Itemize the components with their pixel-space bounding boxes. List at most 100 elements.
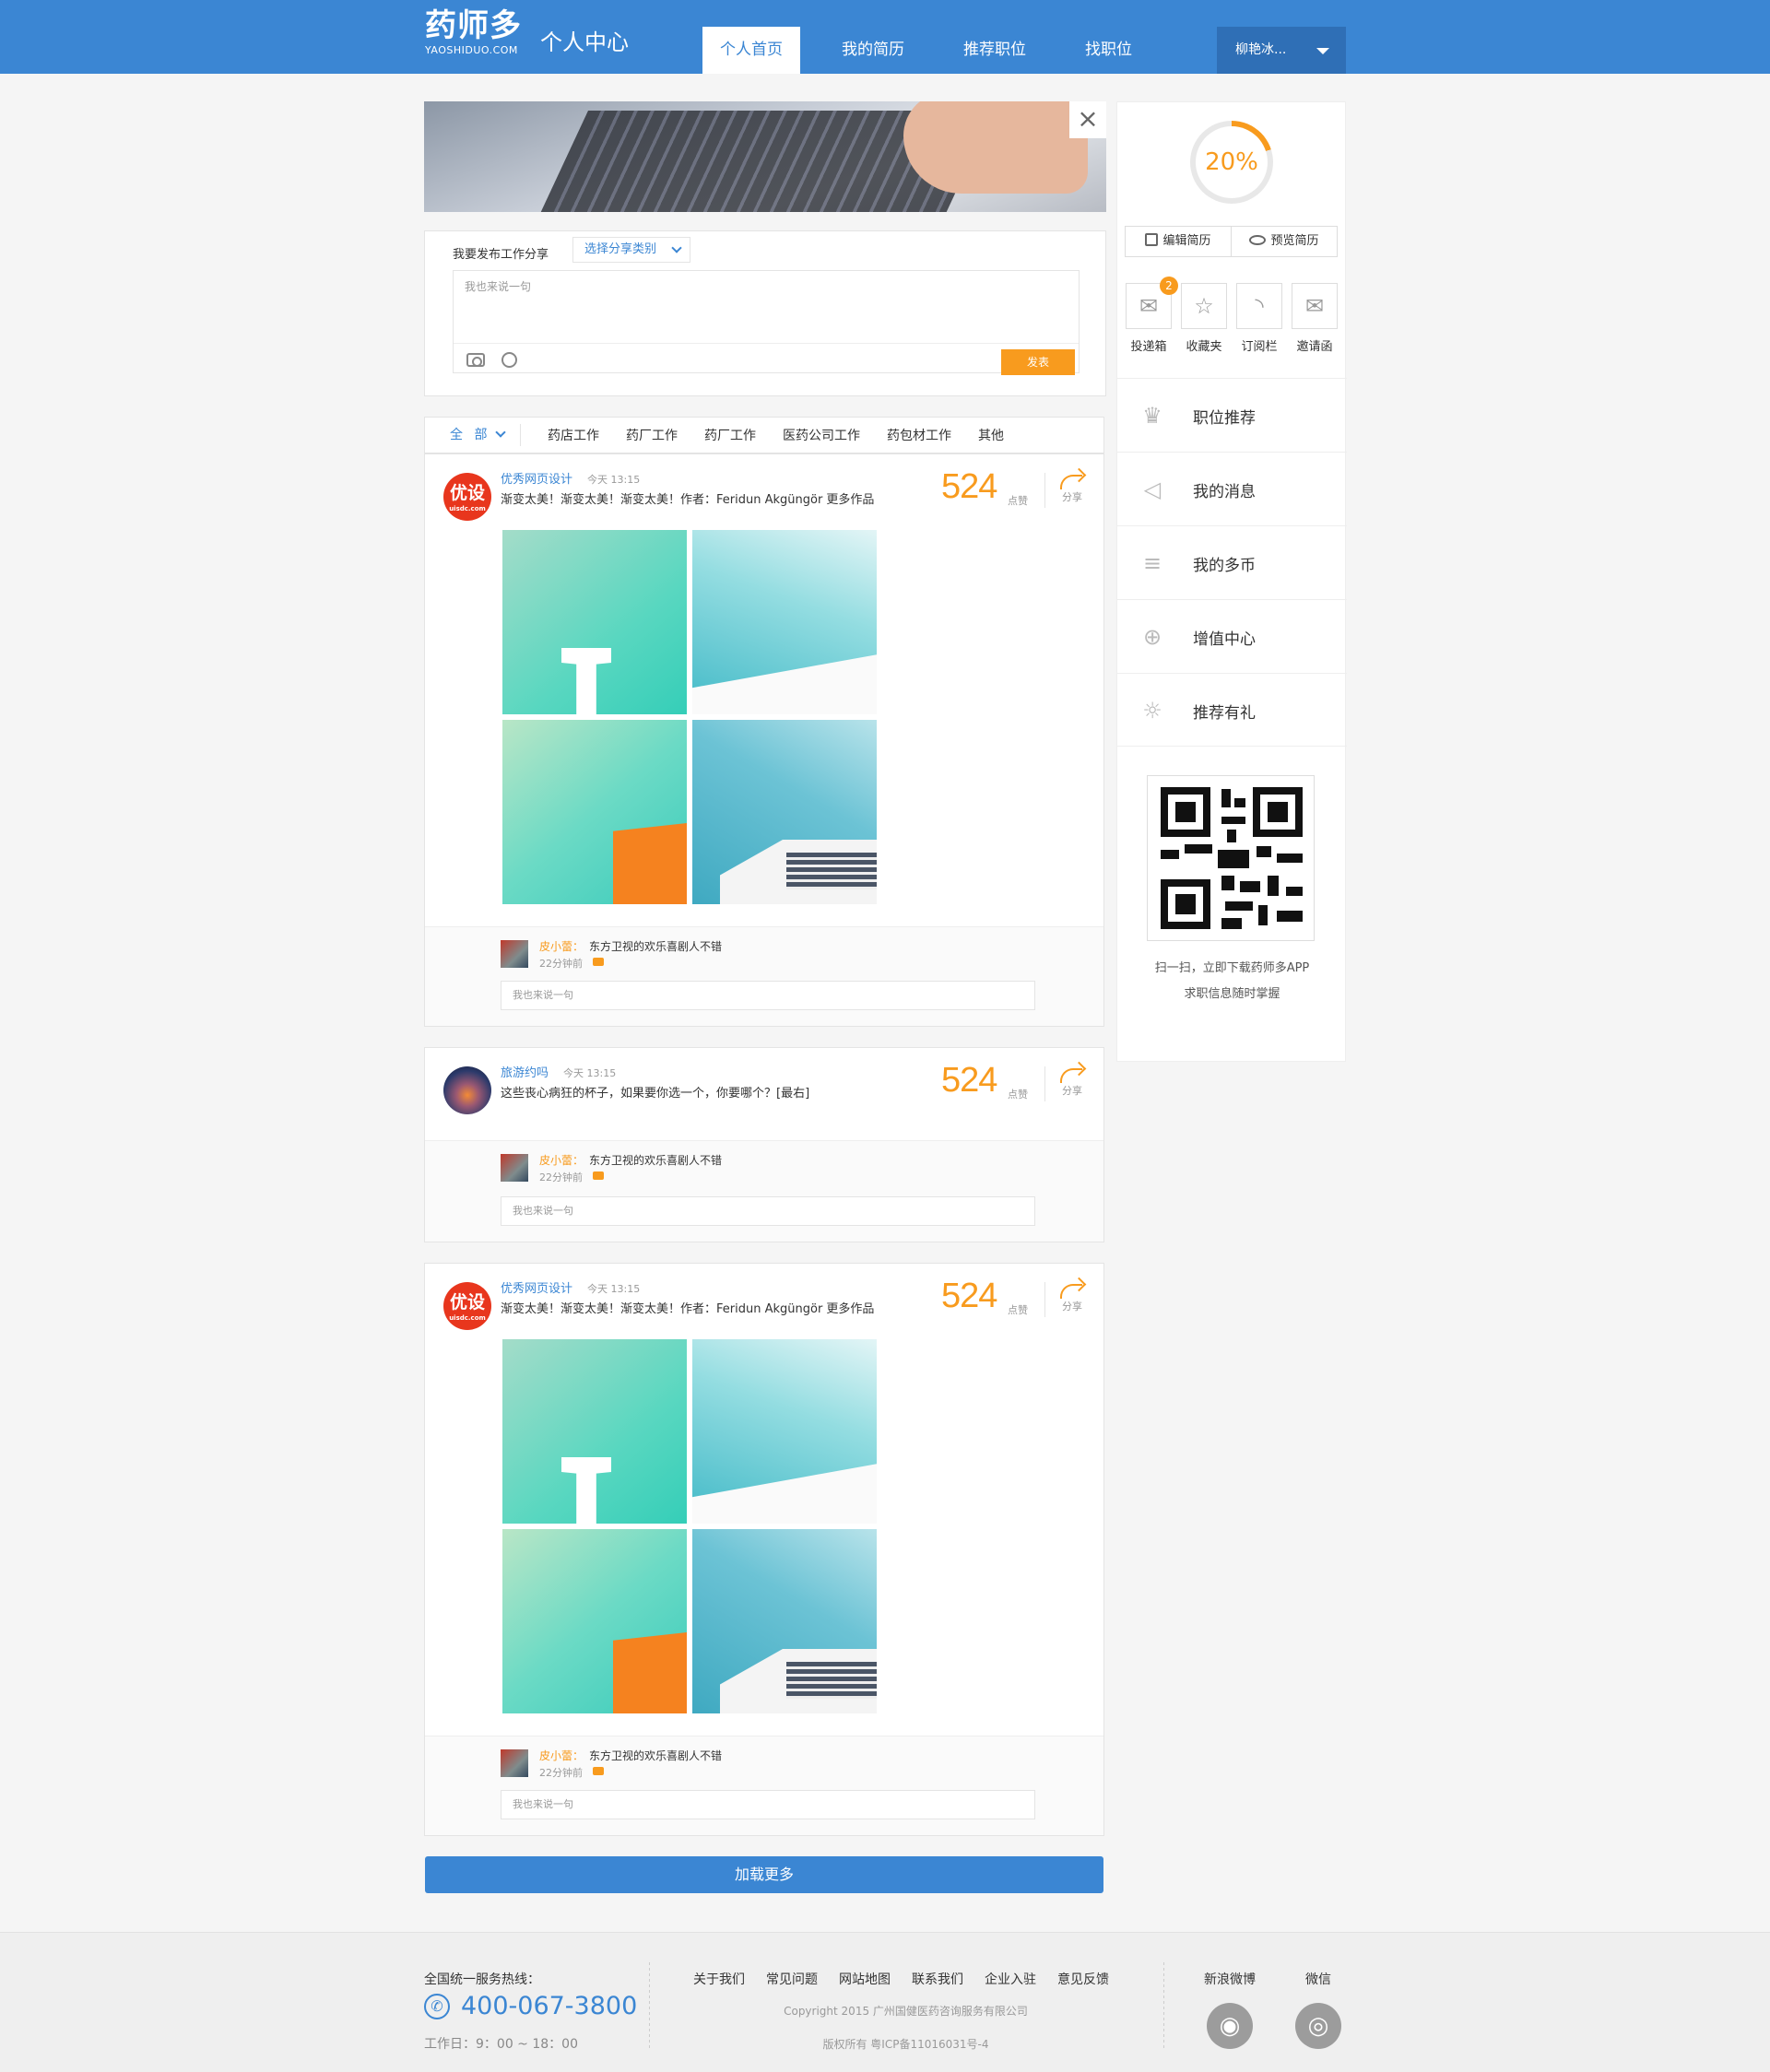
tower-graphic [561,1457,611,1524]
footer-link[interactable]: 常见问题 [766,1970,818,1988]
avatar[interactable] [443,1066,491,1114]
footer-link[interactable]: 联系我们 [912,1970,963,1988]
footer-link[interactable]: 网站地图 [839,1970,891,1988]
menu-item-coins[interactable]: ≡ 我的多币 [1117,525,1347,599]
share-label: 分享 [1062,491,1082,503]
share-button[interactable]: 分享 [1054,467,1091,504]
quick-item-inbox[interactable]: ✉ 2 投递箱 [1125,277,1178,354]
publish-textarea[interactable]: 我也来说一句 发表 [453,270,1080,375]
comment-author[interactable]: 皮小蕾： [539,938,584,954]
comment-input[interactable]: 我也来说一句 [501,981,1035,1010]
inbox-badge: 2 [1160,277,1178,295]
quick-item-subscriptions[interactable]: ◝ 订阅栏 [1235,283,1283,354]
eye-icon [1249,235,1267,245]
post-time: 今天 13:15 [587,474,641,486]
load-more-button[interactable]: 加载更多 [425,1856,1103,1893]
quick-item-favorites[interactable]: ☆ 收藏夹 [1180,283,1228,354]
top-header: 药师多 YAOSHIDUO.COM 个人中心 个人首页 我的简历 推荐职位 找职… [0,0,1770,74]
post-image[interactable] [692,530,877,714]
like-count[interactable]: 524 [941,467,997,507]
comment-author[interactable]: 皮小蕾： [539,1748,584,1763]
footer: 全国统一服务热线： ✆ 400-067-3800 工作日：9：00 ~ 18：0… [0,1932,1770,2072]
avatar[interactable]: 优设 uisdc.com [443,473,491,521]
publish-toolbar: 发表 [454,343,1079,375]
edit-resume-button[interactable]: 编辑简历 [1126,227,1231,256]
filter-item[interactable]: 药包材工作 [887,426,951,444]
resume-progress-value: 20% [1205,148,1258,176]
quick-item-label: 邀请函 [1296,340,1333,354]
weibo-link[interactable]: 新浪微博 ◉ [1204,1970,1256,2049]
nav-resume[interactable]: 我的简历 [824,27,922,74]
share-button[interactable]: 分享 [1054,1277,1091,1313]
post-image[interactable] [502,1339,687,1524]
weibo-icon: ◉ [1207,2003,1253,2049]
menu-item-job-recommend[interactable]: ♛ 职位推荐 [1117,378,1347,452]
preview-resume-button[interactable]: 预览简历 [1231,227,1337,256]
publish-placeholder: 我也来说一句 [465,280,532,293]
filter-item[interactable]: 药店工作 [548,426,599,444]
wechat-icon: ◎ [1295,2003,1341,2049]
post-time: 今天 13:15 [587,1283,641,1295]
logo[interactable]: 药师多 YAOSHIDUO.COM [425,7,522,57]
share-label: 分享 [1062,1085,1082,1097]
reply-icon[interactable] [593,958,604,966]
reply-icon[interactable] [593,1171,604,1180]
image-grid [502,530,877,904]
comment-input[interactable]: 我也来说一句 [501,1196,1035,1226]
qr-module [1234,798,1245,807]
qr-module [1221,876,1234,890]
qr-module [1221,789,1231,807]
post-author[interactable]: 优秀网页设计 [501,1278,572,1296]
comment-avatar[interactable] [501,1154,528,1182]
crown-icon: ♛ [1142,403,1162,429]
like-label: 点赞 [1008,495,1028,507]
post-image[interactable] [502,530,687,714]
menu-item-value-center[interactable]: ⊕ 增值中心 [1117,599,1347,673]
footer-links: 关于我们 常见问题 网站地图 联系我们 企业入驻 意见反馈 [693,1970,1130,1988]
comment-avatar[interactable] [501,1749,528,1777]
footer-link[interactable]: 企业入驻 [985,1970,1036,1988]
footer-link[interactable]: 关于我们 [693,1970,745,1988]
filter-item[interactable]: 医药公司工作 [783,426,860,444]
qr-module [1185,844,1212,854]
post-image[interactable] [692,720,877,904]
post-image[interactable] [692,1339,877,1524]
share-button[interactable]: 分享 [1054,1061,1091,1098]
like-count[interactable]: 524 [941,1061,997,1101]
qr-module [1277,911,1303,922]
quick-item-invitations[interactable]: ✉ 邀请函 [1291,283,1339,354]
camera-icon[interactable] [466,353,485,367]
feed-post: 优设 uisdc.com 优秀网页设计 今天 13:15 渐变太美！渐变太美！渐变… [424,1263,1104,1836]
nav-find-job[interactable]: 找职位 [1068,27,1150,74]
menu-item-referral[interactable]: ☼ 推荐有礼 [1117,673,1347,747]
reply-icon[interactable] [593,1767,604,1775]
avatar[interactable]: 优设 uisdc.com [443,1282,491,1330]
nav-recommended-jobs[interactable]: 推荐职位 [946,27,1044,74]
comment-avatar[interactable] [501,940,528,968]
filter-item[interactable]: 药厂工作 [704,426,756,444]
post-image[interactable] [692,1529,877,1713]
post-image[interactable] [502,720,687,904]
filter-item[interactable]: 药厂工作 [626,426,678,444]
feed-post: 旅游约吗 今天 13:15 这些丧心病狂的杯子，如果要你选一个，你要哪个？[最右… [424,1047,1104,1242]
close-icon[interactable]: × [1069,101,1106,138]
wechat-link[interactable]: 微信 ◎ [1295,1970,1341,2049]
menu-item-messages[interactable]: ◁ 我的消息 [1117,452,1347,525]
publish-button[interactable]: 发表 [1001,349,1075,375]
filter-all[interactable]: 全 部 [425,424,521,446]
page-title: 个人中心 [540,29,629,55]
chevron-down-icon [495,427,506,438]
comment-input[interactable]: 我也来说一句 [501,1790,1035,1819]
nav-home[interactable]: 个人首页 [702,27,800,74]
user-menu[interactable]: 柳艳冰... [1217,27,1346,74]
comment-author[interactable]: 皮小蕾： [539,1152,584,1168]
emoji-icon[interactable] [502,352,517,368]
footer-link[interactable]: 意见反馈 [1057,1970,1109,1988]
like-count[interactable]: 524 [941,1277,997,1316]
post-image[interactable] [502,1529,687,1713]
filter-item[interactable]: 其他 [978,426,1004,444]
post-author[interactable]: 优秀网页设计 [501,469,572,487]
icp-record: 版权所有 粤ICP备11016031号-4 [822,2038,989,2051]
post-author[interactable]: 旅游约吗 [501,1063,549,1080]
category-select[interactable]: 选择分享类别 [572,237,690,263]
